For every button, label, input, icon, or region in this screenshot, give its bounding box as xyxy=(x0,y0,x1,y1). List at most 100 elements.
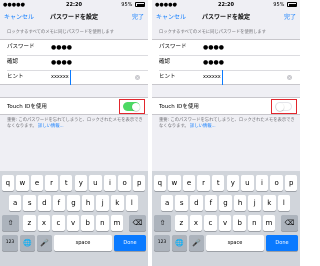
globe-icon: 🌐 xyxy=(175,239,184,247)
dictation-key[interactable]: 🎤 xyxy=(37,235,52,251)
key-k[interactable]: k xyxy=(263,195,276,211)
key-j[interactable]: j xyxy=(96,195,109,211)
password-label: パスワード xyxy=(159,44,187,50)
done-button[interactable]: 完了 xyxy=(132,10,144,25)
confirm-field[interactable]: ●●●● xyxy=(51,55,72,70)
key-i[interactable]: i xyxy=(255,175,269,191)
key-i[interactable]: i xyxy=(103,175,117,191)
key-c[interactable]: c xyxy=(52,215,65,231)
page-title: パスワードを設定 xyxy=(49,14,98,21)
key-n[interactable]: n xyxy=(96,215,109,231)
touch-id-toggle[interactable] xyxy=(123,102,140,111)
hint-row[interactable]: ヒント xxxxxx × xyxy=(0,70,148,85)
learn-more-link[interactable]: 詳しい情報... xyxy=(190,124,216,129)
key-e[interactable]: e xyxy=(182,175,196,191)
key-h[interactable]: h xyxy=(81,195,95,211)
shift-key[interactable]: ⇧ xyxy=(2,215,19,231)
confirm-row[interactable]: 確認 ●●●● xyxy=(0,55,148,70)
key-a[interactable]: a xyxy=(8,195,22,211)
touch-id-label: Touch IDを使用 xyxy=(7,104,47,110)
key-y[interactable]: y xyxy=(74,175,88,191)
key-h[interactable]: h xyxy=(233,195,247,211)
key-w[interactable]: w xyxy=(168,175,181,191)
hint-field[interactable]: xxxxxx xyxy=(51,70,71,85)
key-p[interactable]: p xyxy=(284,175,298,191)
dictation-key[interactable]: 🎤 xyxy=(189,235,204,251)
key-b[interactable]: b xyxy=(233,215,246,231)
shift-key[interactable]: ⇧ xyxy=(154,215,171,231)
password-row[interactable]: パスワード ●●●● xyxy=(0,40,148,55)
keyboard-done-key[interactable]: Done xyxy=(114,235,146,251)
key-c[interactable]: c xyxy=(204,215,217,231)
key-k[interactable]: k xyxy=(111,195,124,211)
battery-group: 95% xyxy=(273,0,297,10)
key-f[interactable]: f xyxy=(52,195,66,211)
key-e[interactable]: e xyxy=(30,175,44,191)
key-b[interactable]: b xyxy=(81,215,94,231)
key-x[interactable]: x xyxy=(37,215,51,231)
key-f[interactable]: f xyxy=(204,195,218,211)
key-y[interactable]: y xyxy=(226,175,240,191)
key-g[interactable]: g xyxy=(219,195,232,211)
clear-text-icon[interactable]: × xyxy=(135,75,140,80)
done-button[interactable]: 完了 xyxy=(284,10,296,25)
key-t[interactable]: t xyxy=(59,175,73,191)
key-r[interactable]: r xyxy=(197,175,210,191)
password-field[interactable]: ●●●● xyxy=(203,40,224,55)
key-d[interactable]: d xyxy=(190,195,203,211)
toggle-highlight-box xyxy=(119,99,145,114)
key-z[interactable]: z xyxy=(175,215,188,231)
battery-icon xyxy=(135,2,145,7)
key-w[interactable]: w xyxy=(16,175,29,191)
touch-id-toggle[interactable] xyxy=(275,102,292,111)
status-bar: ●●●●● ◠ 22:20 95% xyxy=(0,0,148,10)
key-o[interactable]: o xyxy=(270,175,283,191)
globe-key[interactable]: 🌐 xyxy=(20,235,35,251)
key-g[interactable]: g xyxy=(67,195,80,211)
key-u[interactable]: u xyxy=(89,175,102,191)
keyboard-done-key[interactable]: Done xyxy=(266,235,298,251)
key-z[interactable]: z xyxy=(23,215,36,231)
key-r[interactable]: r xyxy=(45,175,58,191)
confirm-row[interactable]: 確認 ●●●● xyxy=(152,55,300,70)
password-field[interactable]: ●●●● xyxy=(51,40,72,55)
confirm-field[interactable]: ●●●● xyxy=(203,55,224,70)
key-s[interactable]: s xyxy=(175,195,188,211)
key-u[interactable]: u xyxy=(241,175,254,191)
numbers-key[interactable]: 123 xyxy=(2,235,18,251)
key-v[interactable]: v xyxy=(66,215,80,231)
numbers-key[interactable]: 123 xyxy=(154,235,170,251)
globe-key[interactable]: 🌐 xyxy=(172,235,187,251)
key-m[interactable]: m xyxy=(110,215,124,231)
backspace-key[interactable]: ⌫ xyxy=(129,215,146,231)
key-j[interactable]: j xyxy=(248,195,261,211)
key-d[interactable]: d xyxy=(38,195,51,211)
key-a[interactable]: a xyxy=(160,195,174,211)
learn-more-link[interactable]: 詳しい情報... xyxy=(38,124,64,129)
key-t[interactable]: t xyxy=(211,175,225,191)
battery-percent: 95% xyxy=(121,2,133,8)
shift-icon: ⇧ xyxy=(159,219,166,227)
key-v[interactable]: v xyxy=(218,215,232,231)
key-o[interactable]: o xyxy=(118,175,131,191)
key-l[interactable]: l xyxy=(125,195,139,211)
key-n[interactable]: n xyxy=(248,215,261,231)
hint-row[interactable]: ヒント xxxxxx × xyxy=(152,70,300,85)
keyboard: qwertyuiop asdfghjkl ⇧ ⌫ zxcvbnm 123 🌐 🎤… xyxy=(0,171,148,266)
space-key[interactable]: space xyxy=(54,235,112,251)
password-row[interactable]: パスワード ●●●● xyxy=(152,40,300,55)
key-x[interactable]: x xyxy=(189,215,203,231)
nav-bar: キャンセル パスワードを設定 完了 xyxy=(0,10,148,25)
key-q[interactable]: q xyxy=(1,175,15,191)
key-p[interactable]: p xyxy=(132,175,146,191)
space-key[interactable]: space xyxy=(206,235,264,251)
backspace-key[interactable]: ⌫ xyxy=(281,215,298,231)
key-l[interactable]: l xyxy=(277,195,291,211)
hint-field[interactable]: xxxxxx xyxy=(203,70,223,85)
key-s[interactable]: s xyxy=(23,195,36,211)
keyboard-row-4: 123 🌐 🎤 space Done xyxy=(0,235,148,251)
password-form: パスワード ●●●● 確認 ●●●● ヒント xxxxxx × xyxy=(0,39,148,85)
key-q[interactable]: q xyxy=(153,175,167,191)
key-m[interactable]: m xyxy=(262,215,276,231)
clear-text-icon[interactable]: × xyxy=(287,75,292,80)
